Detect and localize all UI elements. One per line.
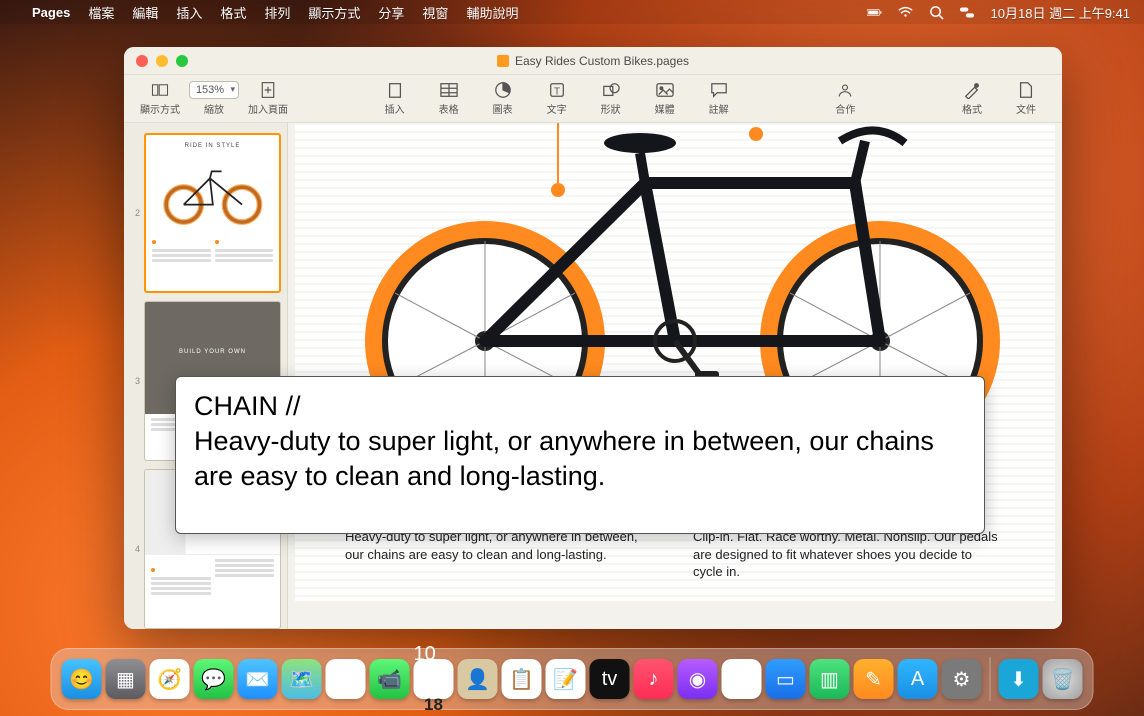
toolbar-shape-button[interactable]: 形狀 (587, 81, 635, 116)
dock-appstore-icon[interactable]: A (898, 659, 938, 699)
hover-text-panel: CHAIN // Heavy-duty to super light, or a… (175, 376, 985, 534)
menu-edit[interactable]: 編輯 (132, 3, 158, 22)
traffic-lights (136, 55, 188, 67)
dock-photos-icon[interactable]: ✿ (326, 659, 366, 699)
page-number-label: 2 (130, 208, 140, 218)
control-center-icon[interactable] (960, 5, 975, 20)
toolbar-media-button[interactable]: 媒體 (641, 81, 689, 116)
dock-keynote-icon[interactable]: ▭ (766, 659, 806, 699)
dock-finder-icon[interactable]: 😊 (62, 659, 102, 699)
dock-music-icon[interactable]: ♪ (634, 659, 674, 699)
window-close-button[interactable] (136, 55, 148, 67)
dock-facetime-icon[interactable]: 📹 (370, 659, 410, 699)
window-titlebar[interactable]: Easy Rides Custom Bikes.pages (124, 47, 1062, 75)
dock-contacts-icon[interactable]: 👤 (458, 659, 498, 699)
callout-dot-seat-icon (749, 127, 763, 141)
menubar: Pages 檔案 編輯 插入 格式 排列 顯示方式 分享 視窗 輔助說明 10月… (0, 0, 1144, 24)
svg-text:T: T (554, 87, 560, 98)
battery-icon[interactable] (867, 5, 882, 20)
toolbar-format-button[interactable]: 格式 (948, 81, 996, 116)
page-number-label: 3 (130, 376, 140, 386)
dock-settings-icon[interactable]: ⚙︎ (942, 659, 982, 699)
document-icon (497, 55, 509, 67)
toolbar-document-button[interactable]: 文件 (1002, 81, 1050, 116)
wifi-icon[interactable] (898, 5, 913, 20)
dock-launchpad-icon[interactable]: ▦ (106, 659, 146, 699)
toolbar-comment-button[interactable]: 註解 (695, 81, 743, 116)
dock-podcasts-icon[interactable]: ◉ (678, 659, 718, 699)
toolbar-collaborate-button[interactable]: 合作 (821, 81, 869, 116)
thumbnail-title: RIDE IN STYLE (146, 135, 279, 153)
toolbar-zoom-button[interactable]: 153% 縮放 (190, 81, 238, 116)
dock-trash-icon[interactable]: 🗑️ (1043, 659, 1083, 699)
toolbar-view-button[interactable]: 顯示方式 (136, 81, 184, 116)
toolbar-text-button[interactable]: T 文字 (533, 81, 581, 116)
dock-maps-icon[interactable]: 🗺️ (282, 659, 322, 699)
dock-reminders-icon[interactable]: 📋 (502, 659, 542, 699)
toolbar: 顯示方式 153% 縮放 加入頁面 插入 表格 圖表 T 文字 形狀 (124, 75, 1062, 123)
menu-format[interactable]: 格式 (220, 3, 246, 22)
zoom-select[interactable]: 153% (189, 81, 239, 99)
document-title: Easy Rides Custom Bikes.pages (497, 54, 689, 68)
page-thumbnail[interactable]: 2 RIDE IN STYLE (130, 133, 281, 293)
dock-pages-icon[interactable]: ✎ (854, 659, 894, 699)
dock-safari-icon[interactable]: 🧭 (150, 659, 190, 699)
toolbar-chart-button[interactable]: 圖表 (479, 81, 527, 116)
toolbar-table-button[interactable]: 表格 (425, 81, 473, 116)
menu-window[interactable]: 視窗 (422, 3, 448, 22)
spotlight-icon[interactable] (929, 5, 944, 20)
dock-notes-icon[interactable]: 📝 (546, 659, 586, 699)
dock-separator (990, 657, 991, 701)
callout-line-icon (557, 123, 559, 187)
dock: 😊 ▦ 🧭 💬 ✉️ 🗺️ ✿ 📹 10月18 👤 📋 📝 tv ♪ ◉ N ▭… (51, 648, 1094, 710)
menu-share[interactable]: 分享 (378, 3, 404, 22)
pedals-body: Clip-in. Flat. Race worthy. Metal. Nonsl… (693, 528, 1005, 581)
pages-window: Easy Rides Custom Bikes.pages 顯示方式 153% … (124, 47, 1062, 629)
window-minimize-button[interactable] (156, 55, 168, 67)
menu-view[interactable]: 顯示方式 (308, 3, 360, 22)
dock-calendar-icon[interactable]: 10月18 (414, 659, 454, 699)
menu-file[interactable]: 檔案 (88, 3, 114, 22)
hover-line1: CHAIN // (194, 389, 966, 424)
dock-tv-icon[interactable]: tv (590, 659, 630, 699)
hover-line2: Heavy-duty to super light, or anywhere i… (194, 424, 966, 494)
page-number-label: 4 (130, 544, 140, 554)
dock-numbers-icon[interactable]: ▥ (810, 659, 850, 699)
toolbar-insert-button[interactable]: 插入 (371, 81, 419, 116)
toolbar-add-page-button[interactable]: 加入頁面 (244, 81, 292, 116)
menubar-clock[interactable]: 10月18日 週二 上午9:41 (991, 3, 1130, 22)
dock-messages-icon[interactable]: 💬 (194, 659, 234, 699)
menu-insert[interactable]: 插入 (176, 3, 202, 22)
dock-downloads-icon[interactable]: ⬇︎ (999, 659, 1039, 699)
menu-help[interactable]: 輔助說明 (466, 3, 518, 22)
app-name-menu[interactable]: Pages (32, 5, 70, 20)
window-zoom-button[interactable] (176, 55, 188, 67)
dock-mail-icon[interactable]: ✉️ (238, 659, 278, 699)
dock-news-icon[interactable]: N (722, 659, 762, 699)
menu-arrange[interactable]: 排列 (264, 3, 290, 22)
